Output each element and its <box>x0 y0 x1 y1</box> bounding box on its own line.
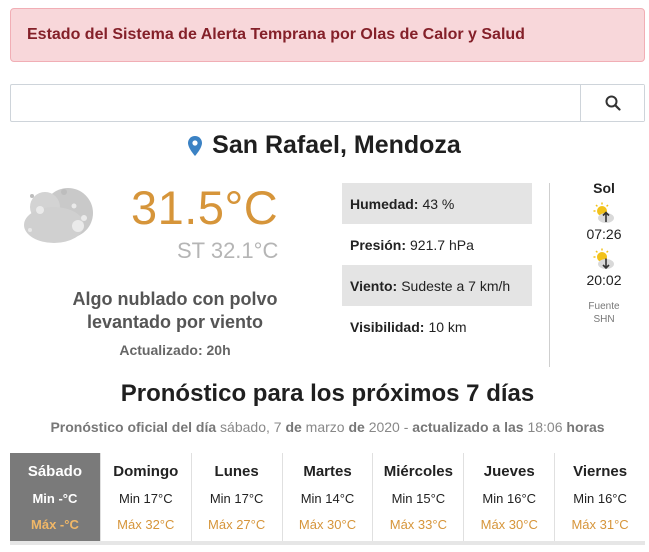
stat-value: 921.7 hPa <box>410 236 474 253</box>
day-max: Máx -°C <box>31 517 79 532</box>
day-min: Min 15°C <box>391 491 446 506</box>
sunset-icon <box>593 248 614 270</box>
day-tab-domingo[interactable]: Domingo Min 17°C Máx 32°C <box>101 453 192 541</box>
stat-value: 43 % <box>422 195 455 212</box>
day-min: Min 17°C <box>118 491 173 506</box>
alert-banner: Estado del Sistema de Alerta Temprana po… <box>10 8 645 62</box>
day-min: Min 14°C <box>300 491 355 506</box>
data-source-value: SHN <box>593 314 615 325</box>
forecast-subtitle: Pronóstico oficial del día sábado, 7 de … <box>0 419 649 435</box>
divider <box>549 183 550 367</box>
subtitle-part: Pronóstico oficial del día <box>50 419 217 435</box>
sunrise-icon <box>593 202 614 223</box>
day-tab-viernes[interactable]: Viernes Min 16°C Máx 31°C <box>555 453 645 541</box>
data-source-label: Fuente <box>588 301 620 312</box>
sunset-time: 20:02 <box>586 272 622 288</box>
subtitle-part: de <box>285 419 302 435</box>
day-tab-martes[interactable]: Martes Min 14°C Máx 30°C <box>283 453 374 541</box>
day-name: Domingo <box>113 463 179 480</box>
day-name: Martes <box>303 463 352 480</box>
search-icon <box>605 95 621 111</box>
day-name: Viernes <box>573 463 628 480</box>
subtitle-date: sábado, 7 <box>220 419 282 435</box>
day-max: Máx 30°C <box>298 517 357 532</box>
stat-label: Humedad: <box>350 195 419 212</box>
subtitle-part: de <box>348 419 365 435</box>
subtitle-part: actualizado a las <box>412 419 524 435</box>
subtitle-part: horas <box>566 419 605 435</box>
current-temperature: 31.5°C <box>131 181 279 234</box>
day-max: Máx 32°C <box>117 517 175 532</box>
day-name: Sábado <box>27 463 83 480</box>
stat-wind: Viento: Sudeste a 7 km/h <box>342 265 532 306</box>
feels-like-temperature: ST 32.1°C <box>177 238 279 263</box>
day-name: Miércoles <box>383 463 453 480</box>
subtitle-month: marzo <box>305 419 345 435</box>
stat-pressure: Presión: 921.7 hPa <box>342 224 532 265</box>
search-input[interactable] <box>11 85 581 121</box>
day-tab-sabado[interactable]: Sábado Min -°C Máx -°C <box>10 453 101 541</box>
weather-description-line2: levantado por viento <box>86 312 264 332</box>
sunrise-time: 07:26 <box>586 226 622 242</box>
subtitle-year: 2020 - <box>368 419 409 435</box>
location-name: San Rafael, Mendoza <box>212 131 461 159</box>
weather-description-line1: Algo nublado con polvo <box>72 289 278 309</box>
map-pin-icon <box>188 135 203 156</box>
subtitle-time: 18:06 <box>527 419 563 435</box>
forecast-title: Pronóstico para los próximos 7 días <box>120 380 535 407</box>
day-min: Min 16°C <box>573 491 627 506</box>
alert-text: Estado del Sistema de Alerta Temprana po… <box>27 26 525 43</box>
forecast-day-tabs: Sábado Min -°C Máx -°C Domingo Min 17°C … <box>10 453 645 545</box>
stat-label: Visibilidad: <box>350 318 425 335</box>
stat-visibility: Visibilidad: 10 km <box>342 306 532 347</box>
stat-value: Sudeste a 7 km/h <box>401 277 511 294</box>
day-min: Min 17°C <box>209 491 264 506</box>
cloud-dust-icon <box>24 188 93 243</box>
location-header: San Rafael, Mendoza <box>0 131 649 161</box>
weather-description: Algo nublado con polvo levantado por vie… <box>40 288 310 334</box>
day-max: Máx 33°C <box>389 517 447 532</box>
day-name: Jueves <box>483 463 535 480</box>
day-min: Min 16°C <box>482 491 537 506</box>
search-button[interactable] <box>580 85 644 121</box>
day-name: Lunes <box>214 463 259 480</box>
data-source: Fuente SHN <box>560 300 648 326</box>
stat-label: Viento: <box>350 277 398 294</box>
search-bar <box>10 84 645 122</box>
day-min: Min -°C <box>32 491 78 506</box>
day-max: Máx 27°C <box>208 517 266 532</box>
stat-humidity: Humedad: 43 % <box>342 183 532 224</box>
day-tab-jueves[interactable]: Jueves Min 16°C Máx 30°C <box>464 453 556 541</box>
day-max: Máx 30°C <box>480 517 538 532</box>
day-tab-miercoles[interactable]: Miércoles Min 15°C Máx 33°C <box>373 453 465 541</box>
sun-title: Sol <box>593 180 615 196</box>
updated-time: Actualizado: 20h <box>119 342 231 358</box>
sun-panel: Sol 07:26 20:02 Fuente SHN <box>560 178 648 326</box>
conditions-panel: Humedad: 43 % Presión: 921.7 hPa Viento:… <box>342 183 532 347</box>
stat-value: 10 km <box>428 318 467 335</box>
day-max: Máx 31°C <box>571 517 629 532</box>
day-tab-lunes[interactable]: Lunes Min 17°C Máx 27°C <box>192 453 283 541</box>
stat-label: Presión: <box>350 236 407 253</box>
